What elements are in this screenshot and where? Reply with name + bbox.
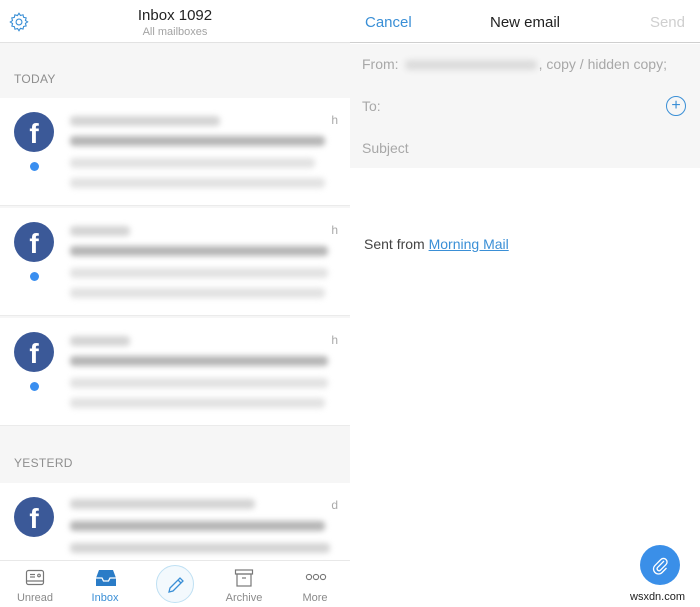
tab-more[interactable]: More bbox=[280, 561, 350, 607]
add-recipient-icon[interactable]: + bbox=[666, 96, 686, 116]
subject-redacted bbox=[70, 356, 328, 366]
section-today: TODAY bbox=[14, 72, 56, 86]
preview-redacted bbox=[70, 178, 325, 188]
tab-bar: Unread Inbox Archive More bbox=[0, 560, 350, 607]
unread-dot bbox=[30, 162, 39, 171]
more-dots-icon bbox=[305, 573, 327, 581]
preview-redacted bbox=[70, 378, 328, 388]
sender-redacted bbox=[70, 116, 220, 126]
unread-dot bbox=[30, 272, 39, 281]
facebook-icon: f bbox=[14, 332, 54, 372]
message-time: h bbox=[331, 333, 338, 347]
subject-redacted bbox=[70, 136, 325, 146]
tab-archive[interactable]: Archive bbox=[209, 561, 279, 607]
compose-button[interactable] bbox=[156, 565, 194, 603]
copy-hidden-copy-link[interactable]: , copy / hidden copy; bbox=[539, 56, 667, 72]
message-row[interactable]: f h bbox=[0, 208, 350, 316]
tab-inbox-label: Inbox bbox=[91, 592, 119, 604]
tab-archive-label: Archive bbox=[225, 592, 263, 604]
archive-box-icon bbox=[234, 569, 254, 587]
email-body[interactable]: Sent from Morning Mail bbox=[364, 236, 509, 252]
message-row[interactable]: f h bbox=[0, 318, 350, 426]
unread-icon bbox=[25, 569, 45, 586]
from-label: From: bbox=[362, 56, 399, 72]
watermark: wsxdn.com bbox=[630, 591, 686, 603]
message-row[interactable]: f h bbox=[0, 98, 350, 206]
compose-pane: Cancel New email Send From: , copy / hidd… bbox=[350, 0, 700, 607]
section-yesterday: YESTERD bbox=[14, 456, 73, 470]
to-field[interactable]: To: bbox=[362, 98, 381, 114]
sender-redacted bbox=[70, 336, 130, 346]
compose-fields: From: , copy / hidden copy; To: + Subject bbox=[350, 44, 700, 168]
tab-unread-label: Unread bbox=[16, 592, 54, 604]
inbox-tray-icon bbox=[96, 570, 116, 586]
send-button[interactable]: Send bbox=[650, 14, 685, 31]
preview-redacted bbox=[70, 398, 325, 408]
sender-redacted bbox=[70, 499, 255, 509]
signature-text: Sent from bbox=[364, 236, 429, 252]
inbox-title: Inbox 1092 bbox=[137, 7, 213, 24]
message-time: h bbox=[331, 223, 338, 237]
unread-dot bbox=[30, 382, 39, 391]
attach-button[interactable] bbox=[640, 545, 680, 585]
to-label: To: bbox=[362, 98, 381, 114]
subject-field[interactable]: Subject bbox=[362, 140, 409, 156]
pencil-icon bbox=[168, 577, 184, 593]
facebook-icon: f bbox=[14, 222, 54, 262]
subject-redacted bbox=[70, 521, 325, 531]
tab-more-label: More bbox=[302, 592, 328, 604]
message-time: d bbox=[331, 498, 338, 512]
paperclip-icon bbox=[652, 557, 668, 575]
from-field[interactable]: From: , copy / hidden copy; bbox=[362, 56, 667, 72]
preview-redacted bbox=[70, 158, 315, 168]
facebook-icon: f bbox=[14, 497, 54, 537]
preview-redacted bbox=[70, 288, 325, 298]
preview-redacted bbox=[70, 543, 330, 553]
tab-inbox[interactable]: Inbox bbox=[70, 561, 140, 607]
message-row[interactable]: f d bbox=[0, 483, 350, 561]
inbox-header: Inbox 1092 All mailboxes bbox=[0, 0, 350, 43]
morning-mail-link[interactable]: Morning Mail bbox=[429, 236, 509, 252]
sender-redacted bbox=[70, 226, 130, 236]
subject-redacted bbox=[70, 246, 328, 256]
message-time: h bbox=[331, 113, 338, 127]
inbox-pane: Inbox 1092 All mailboxes TODAY f h f h f… bbox=[0, 0, 350, 607]
tab-unread[interactable]: Unread bbox=[0, 561, 70, 607]
cancel-button[interactable]: Cancel bbox=[365, 14, 412, 31]
compose-header: Cancel New email Send bbox=[350, 0, 700, 43]
mailbox-selector[interactable]: All mailboxes bbox=[0, 26, 350, 38]
facebook-icon: f bbox=[14, 112, 54, 152]
preview-redacted bbox=[70, 268, 328, 278]
from-address-redacted bbox=[404, 60, 537, 71]
